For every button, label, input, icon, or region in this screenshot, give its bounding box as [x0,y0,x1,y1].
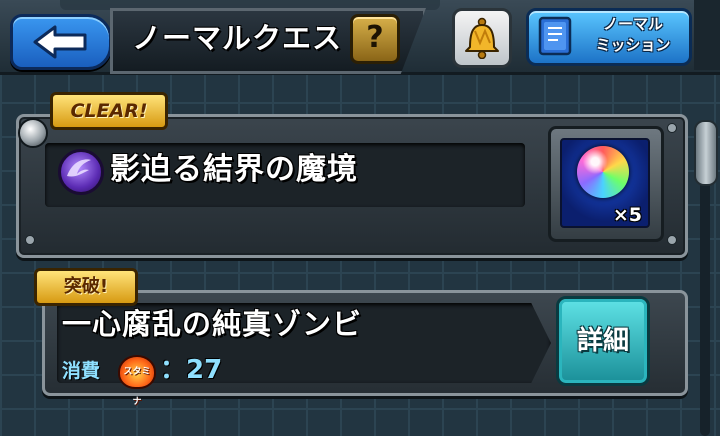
book-icon [538,16,572,56]
bell-icon [465,17,499,59]
rainbow-orb-icon [577,146,629,198]
help-button[interactable]: ? [350,14,400,64]
reward-count: ×5 [612,204,642,226]
back-button[interactable] [10,14,112,70]
page-title: ノーマルクエスト [132,21,373,55]
pin-decoration [18,118,48,148]
clear-badge: CLEAR! [50,92,168,130]
quest-name: 一心腐乱の純真ゾンビ [62,307,363,341]
detail-button[interactable]: 詳細 [556,296,650,386]
notification-button[interactable] [452,8,512,68]
quest-name: 影迫る結界の魔境 [110,152,358,187]
mission-button-label: ノーマル ミッション [595,15,671,54]
stamina-cost-value: ：27 [160,355,223,385]
bolt-decoration [25,235,35,245]
dark-element-icon [58,149,104,195]
bolt-decoration [667,123,677,133]
back-arrow-icon [33,25,87,59]
stamina-cost-label: 消費 [62,360,101,382]
stamina-icon: スタミナ [118,355,156,407]
breakthrough-badge: 突破! [34,268,138,306]
normal-mission-button[interactable]: ノーマル ミッション [526,8,692,66]
header-edge [694,0,720,70]
bolt-decoration [667,235,677,245]
scrollbar-thumb[interactable] [694,120,718,186]
